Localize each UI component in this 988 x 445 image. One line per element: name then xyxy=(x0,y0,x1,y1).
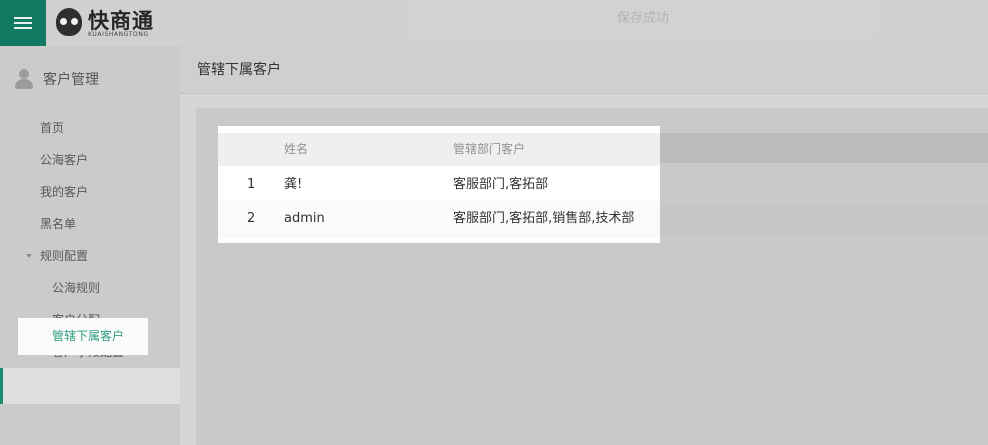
menu-toggle-button[interactable] xyxy=(0,0,46,46)
customer-table: 姓名 管辖部门客户 1 龚! 客服部门,客拓部 2 admin 客服部门,客拓部… xyxy=(218,126,660,243)
sidebar-item-public-rules[interactable]: 公海规则 xyxy=(0,272,180,304)
hamburger-icon xyxy=(14,22,32,24)
top-bar: 快商通 KUAISHANGTONG 保存成功 xyxy=(0,0,988,46)
sidebar-item-subordinate-customers-highlight[interactable]: 管辖下属客户 xyxy=(18,318,148,355)
page-title: 管辖下属客户 xyxy=(197,62,281,78)
sidebar-item-blacklist[interactable]: 黑名单 xyxy=(0,208,180,240)
customer-icon xyxy=(14,69,34,89)
column-header-name[interactable]: 姓名 xyxy=(284,133,308,166)
sidebar-item-label: 我的客户 xyxy=(40,185,89,199)
sidebar-item-label: 公海规则 xyxy=(52,281,101,295)
row-index: 2 xyxy=(247,211,256,226)
sidebar-item-home[interactable]: 首页 xyxy=(0,112,180,144)
table-row[interactable]: 2 admin 客服部门,客拓部,销售部,技术部 xyxy=(218,200,660,238)
active-indicator xyxy=(0,368,3,404)
row-name: 龚! xyxy=(284,177,303,192)
caret-down-icon xyxy=(26,254,32,258)
sidebar-item-subordinate-customers[interactable] xyxy=(0,368,180,404)
table-row[interactable]: 1 龚! 客服部门,客拓部 xyxy=(218,166,660,204)
sidebar: 客户管理 首页 公海客户 我的客户 黑名单 规则配置 公海规则 客户分配 客户字… xyxy=(0,46,180,445)
sidebar-title: 客户管理 xyxy=(43,72,99,88)
sidebar-item-public-customers[interactable]: 公海客户 xyxy=(0,144,180,176)
sidebar-item-label: 规则配置 xyxy=(40,249,89,263)
toast-message: 保存成功 xyxy=(408,0,878,38)
row-departments: 客服部门,客拓部 xyxy=(453,177,549,192)
sidebar-item-label-active: 管辖下属客户 xyxy=(52,329,125,343)
sidebar-item-label: 黑名单 xyxy=(40,217,77,231)
sidebar-item-label: 公海客户 xyxy=(40,153,89,167)
app-logo: 快商通 KUAISHANGTONG xyxy=(56,6,166,40)
row-index: 1 xyxy=(247,177,256,192)
page-header: 管辖下属客户 xyxy=(180,46,988,94)
row-name: admin xyxy=(284,211,325,226)
sidebar-header: 客户管理 xyxy=(0,46,180,112)
sidebar-item-rule-config[interactable]: 规则配置 xyxy=(0,240,180,272)
column-header-departments[interactable]: 管辖部门客户 xyxy=(453,133,525,166)
mascot-logo-icon xyxy=(56,8,82,36)
row-departments: 客服部门,客拓部,销售部,技术部 xyxy=(453,211,635,226)
table-row-extension xyxy=(660,205,988,235)
table-header: 姓名 管辖部门客户 xyxy=(218,133,660,166)
sidebar-item-my-customers[interactable]: 我的客户 xyxy=(0,176,180,208)
logo-subtext: KUAISHANGTONG xyxy=(88,31,149,38)
sidebar-item-label: 首页 xyxy=(40,121,65,135)
table-header-extension xyxy=(660,133,988,163)
